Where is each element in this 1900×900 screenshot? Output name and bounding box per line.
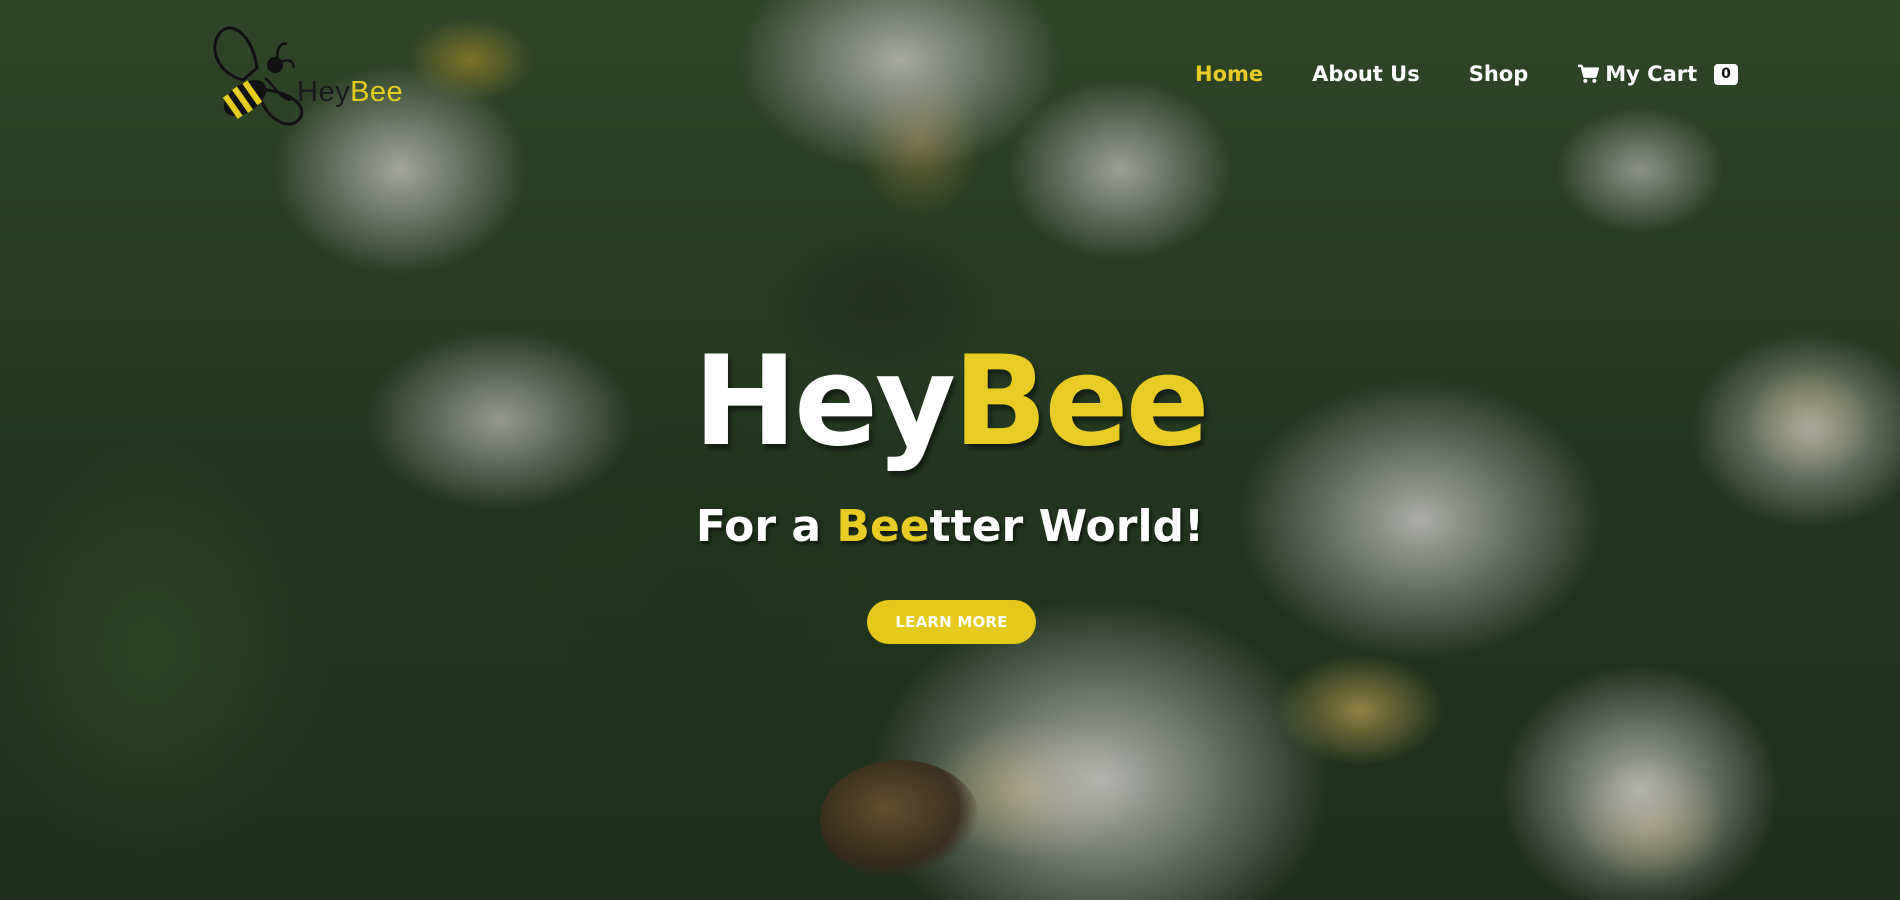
nav-home[interactable]: Home <box>1195 62 1263 86</box>
main-menu: Home About Us Shop My Cart 0 <box>1195 62 1738 86</box>
navbar: HeyBee Home About Us Shop My Cart 0 <box>0 0 1900 160</box>
learn-more-button[interactable]: LEARN MORE <box>867 600 1036 644</box>
cart-label: My Cart <box>1605 62 1698 86</box>
cart-count-badge: 0 <box>1714 63 1738 85</box>
nav-shop[interactable]: Shop <box>1469 62 1529 86</box>
hero-subtitle: For a Beetter World! <box>695 501 1205 552</box>
logo[interactable]: HeyBee <box>205 18 405 133</box>
cart-link[interactable]: My Cart 0 <box>1577 62 1738 86</box>
logo-wordmark: HeyBee <box>297 76 404 108</box>
nav-about-us[interactable]: About Us <box>1312 62 1420 86</box>
hero-title: HeyBee <box>693 330 1209 474</box>
hero-section: HeyBee Home About Us Shop My Cart 0 HeyB… <box>0 0 1900 900</box>
cart-icon <box>1578 64 1600 83</box>
